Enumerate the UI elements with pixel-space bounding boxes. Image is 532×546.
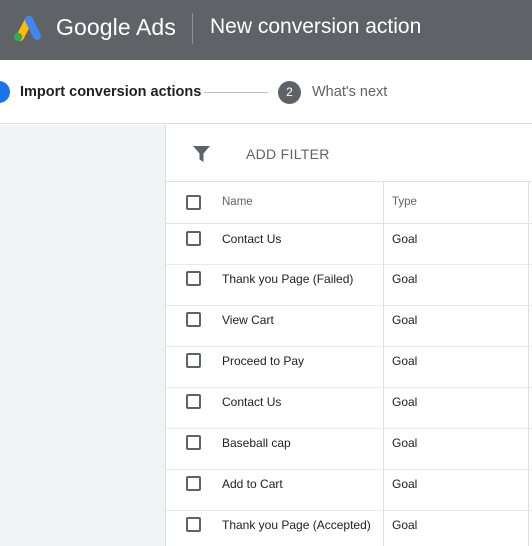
step-1-label[interactable]: Import conversion actions: [20, 84, 201, 100]
row-name: Contact Us: [222, 395, 282, 409]
table-header: Name Type: [166, 182, 532, 224]
column-header-name[interactable]: Name: [222, 196, 253, 208]
row-type: Goal: [392, 436, 418, 450]
row-checkbox[interactable]: [186, 517, 201, 532]
row-type: Goal: [392, 272, 418, 286]
column-divider: [528, 182, 529, 546]
row-checkbox[interactable]: [186, 312, 201, 327]
conversion-actions-panel: ADD FILTER Name Type Contact Us Goal Tha…: [165, 125, 532, 546]
row-name: Thank you Page (Accepted): [222, 518, 371, 532]
row-name: Contact Us: [222, 232, 282, 246]
row-checkbox[interactable]: [186, 271, 201, 286]
row-name: Add to Cart: [222, 477, 283, 491]
step-2-number-badge: 2: [278, 81, 301, 104]
step-connector: [204, 92, 268, 93]
product-name: Google Ads: [56, 14, 176, 40]
row-type: Goal: [392, 313, 418, 327]
left-gutter: [0, 125, 165, 546]
google-ads-logo-icon: [13, 16, 41, 42]
filter-icon[interactable]: [193, 146, 210, 162]
table-row[interactable]: Contact Us Goal: [166, 388, 532, 429]
step-1-indicator: [0, 81, 10, 103]
table-row[interactable]: Thank you Page (Accepted) Goal: [166, 511, 532, 546]
app-header: Google Ads New conversion action: [0, 0, 532, 60]
row-name: Baseball cap: [222, 436, 291, 450]
row-checkbox[interactable]: [186, 231, 201, 246]
row-name: View Cart: [222, 313, 274, 327]
row-checkbox[interactable]: [186, 353, 201, 368]
row-type: Goal: [392, 395, 418, 409]
page-title: New conversion action: [210, 15, 422, 38]
column-divider: [383, 182, 384, 546]
table-row[interactable]: Add to Cart Goal: [166, 470, 532, 511]
row-type: Goal: [392, 518, 418, 532]
row-checkbox[interactable]: [186, 394, 201, 409]
column-header-type[interactable]: Type: [392, 196, 417, 208]
step-2-label[interactable]: What's next: [312, 84, 387, 100]
add-filter-button[interactable]: ADD FILTER: [246, 146, 330, 162]
row-type: Goal: [392, 232, 418, 246]
row-name: Proceed to Pay: [222, 354, 305, 368]
table-row[interactable]: Contact Us Goal: [166, 224, 532, 265]
row-checkbox[interactable]: [186, 476, 201, 491]
table-row[interactable]: View Cart Goal: [166, 306, 532, 347]
header-divider: [192, 13, 193, 44]
row-checkbox[interactable]: [186, 435, 201, 450]
table-row[interactable]: Thank you Page (Failed) Goal: [166, 265, 532, 306]
stepper: Import conversion actions 2 What's next: [0, 60, 532, 124]
row-type: Goal: [392, 477, 418, 491]
row-type: Goal: [392, 354, 418, 368]
table-row[interactable]: Proceed to Pay Goal: [166, 347, 532, 388]
table-row[interactable]: Baseball cap Goal: [166, 429, 532, 470]
row-name: Thank you Page (Failed): [222, 272, 354, 286]
select-all-checkbox[interactable]: [186, 195, 201, 210]
filter-bar: ADD FILTER: [166, 125, 532, 182]
